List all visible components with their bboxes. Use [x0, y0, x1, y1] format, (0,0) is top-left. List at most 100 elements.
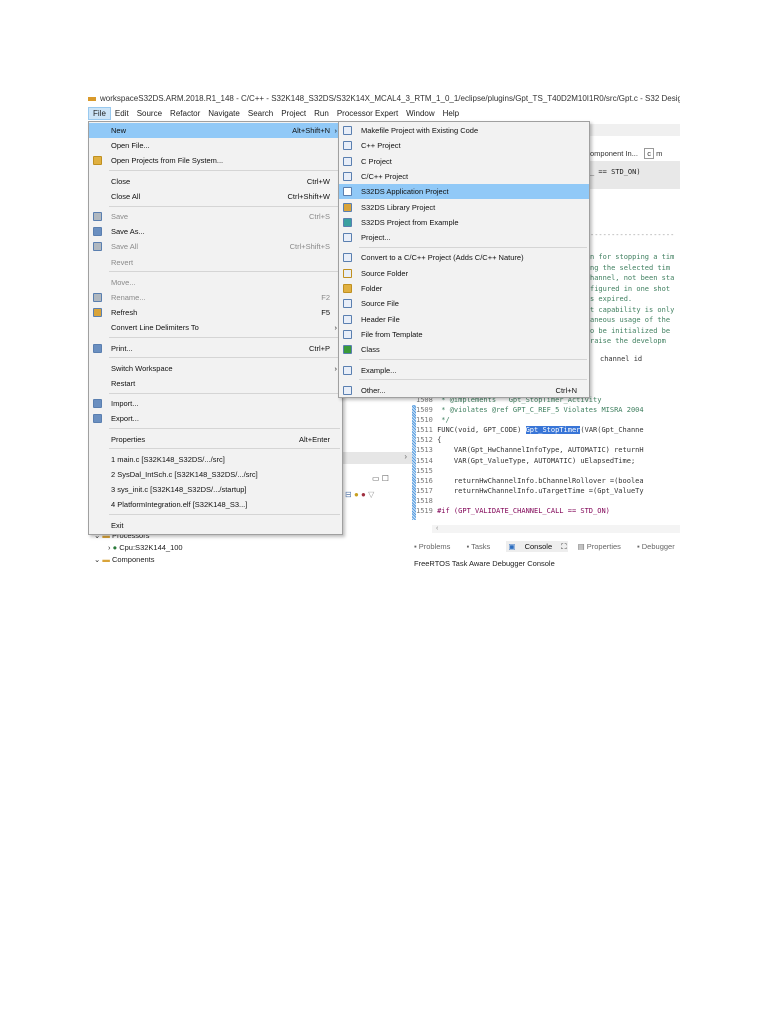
menu-item-label: Convert Line Delimiters To	[111, 323, 199, 333]
menu-project[interactable]: Project	[277, 108, 310, 119]
menu-refactor[interactable]: Refactor	[166, 108, 204, 119]
menu-item-1-main-c-s32k148-s32ds-src[interactable]: 1 main.c [S32K148_S32DS/.../src]	[89, 452, 342, 467]
menu-item-label: Folder	[361, 284, 383, 293]
view-menu-icon[interactable]: ▽	[368, 490, 374, 499]
tab-tasks[interactable]: ▪ Tasks	[467, 542, 498, 551]
tab-properties[interactable]: ▤ Properties	[578, 542, 628, 551]
menu-item-save-as[interactable]: Save As...	[89, 224, 342, 239]
code-line[interactable]: 1517 returnHwChannelInfo.uTargetTime =(G…	[416, 486, 644, 496]
code-line[interactable]: 1512 {	[416, 435, 644, 445]
import-icon	[93, 399, 102, 409]
menu-item-revert[interactable]: Revert	[89, 255, 342, 270]
menu-item-exit[interactable]: Exit	[89, 518, 342, 533]
menu-edit[interactable]: Edit	[111, 108, 133, 119]
menu-item-close[interactable]: Close Ctrl+W	[89, 174, 342, 189]
menu-item-label: Class	[361, 345, 380, 355]
tree-item-components[interactable]: ⌄ ▬ Components	[94, 555, 155, 564]
tree-item-cpu[interactable]: › ● Cpu:S32K144_100	[108, 543, 183, 552]
menu-item-label: Close All	[111, 191, 141, 201]
minimize-maximize-buttons[interactable]: ▭ ☐	[372, 474, 389, 483]
menu-item-rename[interactable]: Rename... F2	[89, 290, 342, 305]
menu-item-other[interactable]: Other... Ctrl+N	[339, 383, 589, 398]
menu-item-2-sysdal-intsch-c-s32k148-s32ds-src[interactable]: 2 SysDal_IntSch.c [S32K148_S32DS/.../src…	[89, 467, 342, 482]
menu-item-example[interactable]: Example...	[339, 363, 589, 378]
code-line[interactable]: 1515	[416, 466, 644, 476]
menu-item-save[interactable]: Save Ctrl+S	[89, 209, 342, 224]
menu-bar: File Edit Source Refactor Navigate Search Proj…	[88, 107, 680, 120]
code-line[interactable]: 1510 */	[416, 415, 644, 425]
menu-item-c-c-project[interactable]: C/C++ Project	[339, 169, 589, 184]
menu-help[interactable]: Help	[439, 108, 463, 119]
code-line[interactable]: 1519 #if (GPT_VALIDATE_CHANNEL_CALL == S…	[416, 506, 644, 516]
sync-icon[interactable]: ●	[354, 490, 359, 499]
menu-item-c-project[interactable]: C Project	[339, 154, 589, 169]
menu-item-refresh[interactable]: Refresh F5	[89, 305, 342, 320]
shortcut-label: Ctrl+S	[308, 212, 330, 221]
comment-line: n for stopping a tim	[590, 253, 675, 261]
menu-item-convert-line-delimiters-to[interactable]: Convert Line Delimiters To ›	[89, 320, 342, 335]
menu-item-4-platformintegration-elf-s32k148-s3[interactable]: 4 PlatformIntegration.elf [S32K148_S3...…	[89, 497, 342, 512]
menu-item-convert-to-a-c-c-project-adds-c-c-nature[interactable]: Convert to a C/C++ Project (Adds C/C++ N…	[339, 250, 589, 265]
menu-item-open-projects-from-file-system[interactable]: Open Projects from File System...	[89, 153, 342, 168]
menu-window[interactable]: Window	[402, 108, 438, 119]
menu-item-switch-workspace[interactable]: Switch Workspace ›	[89, 361, 342, 376]
menu-item-save-all[interactable]: Save All Ctrl+Shift+S	[89, 239, 342, 254]
menu-search[interactable]: Search	[244, 108, 277, 119]
menu-item-label: Restart	[111, 379, 136, 388]
editor-tab[interactable]: omponent In... c m	[590, 148, 662, 159]
code-line[interactable]: 1511 FUNC(void, GPT_CODE) Gpt_StopTimer(…	[416, 425, 644, 435]
menu-item-file-from-template[interactable]: File from Template	[339, 327, 589, 342]
menu-item-properties[interactable]: Properties Alt+Enter	[89, 432, 342, 447]
submenu-arrow-icon: ›	[334, 363, 338, 373]
menu-item-c-project[interactable]: C++ Project	[339, 138, 589, 153]
menu-file[interactable]: File	[88, 107, 111, 120]
menu-item-export[interactable]: Export...	[89, 411, 342, 426]
code-line[interactable]: 1513 VAR(Gpt_HwChannelInfoType, AUTOMATI…	[416, 445, 644, 455]
menu-item-source-file[interactable]: Source File	[339, 296, 589, 311]
menu-item-s32ds-application-project[interactable]: S32DS Application Project	[339, 184, 589, 200]
folder-icon	[93, 156, 102, 166]
tab-console[interactable]: ▣ Console ⛶	[506, 541, 569, 552]
menu-navigate[interactable]: Navigate	[204, 108, 244, 119]
menu-item-label: 2 SysDal_IntSch.c [S32K148_S32DS/.../src…	[111, 470, 258, 479]
comment-line: aneous usage of the	[590, 316, 671, 324]
horizontal-scrollbar[interactable]: ‹	[432, 525, 680, 533]
menu-item-s32ds-library-project[interactable]: S32DS Library Project	[339, 200, 589, 215]
menu-item-label: Rename...	[111, 293, 146, 302]
code-line[interactable]: 1518	[416, 496, 644, 506]
menu-item-print[interactable]: Print... Ctrl+P	[89, 341, 342, 356]
menu-item-label: Other...	[361, 385, 386, 395]
code-line[interactable]: 1516 returnHwChannelInfo.bChannelRollove…	[416, 476, 644, 486]
menu-item-project[interactable]: Project...	[339, 230, 589, 245]
menu-processor-expert[interactable]: Processor Expert	[333, 108, 402, 119]
menu-item-close-all[interactable]: Close All Ctrl+Shift+W	[89, 189, 342, 204]
collapse-icon[interactable]: ⊟	[345, 490, 352, 499]
menu-item-label: Open File...	[111, 141, 150, 151]
code-line[interactable]: 1509 * @violates @ref GPT_C_REF_5 Violat…	[416, 405, 644, 415]
menu-item-folder[interactable]: Folder	[339, 281, 589, 296]
menu-item-open-file[interactable]: Open File...	[89, 138, 342, 153]
menu-source[interactable]: Source	[133, 108, 166, 119]
menu-item-new[interactable]: New Alt+Shift+N ›	[89, 123, 342, 138]
menu-item-move[interactable]: Move...	[89, 275, 342, 290]
menu-run[interactable]: Run	[310, 108, 333, 119]
menu-item-class[interactable]: Class	[339, 342, 589, 357]
project-icon	[343, 233, 352, 243]
code-line[interactable]: 1514 VAR(Gpt_ValueType, AUTOMATIC) uElap…	[416, 456, 644, 466]
menu-item-header-file[interactable]: Header File	[339, 312, 589, 327]
tab-debugger[interactable]: ▪ Debugger	[637, 542, 682, 551]
bottom-tabs: ▪ Problems ▪ Tasks ▣ Console ⛶ ▤ Propert…	[414, 541, 682, 556]
submenu-arrow-icon: ›	[334, 323, 338, 333]
menu-item-import[interactable]: Import...	[89, 396, 342, 411]
scrollbar[interactable]: ›	[343, 452, 412, 464]
tab-problems[interactable]: ▪ Problems	[414, 542, 457, 551]
menu-item-s32ds-project-from-example[interactable]: S32DS Project from Example	[339, 215, 589, 230]
menu-item-label: 4 PlatformIntegration.elf [S32K148_S3...…	[111, 500, 248, 510]
menu-item-restart[interactable]: Restart	[89, 376, 342, 391]
code-text: */	[437, 416, 450, 425]
menu-item-makefile-project-with-existing-code[interactable]: Makefile Project with Existing Code	[339, 123, 589, 138]
filter-icon[interactable]: ●	[361, 490, 366, 499]
menu-item-source-folder[interactable]: Source Folder	[339, 266, 589, 281]
shortcut-label: Ctrl+P	[308, 343, 330, 353]
menu-item-3-sys-init-c-s32k148-s32ds-startup[interactable]: 3 sys_init.c [S32K148_S32DS/.../startup]	[89, 482, 342, 497]
